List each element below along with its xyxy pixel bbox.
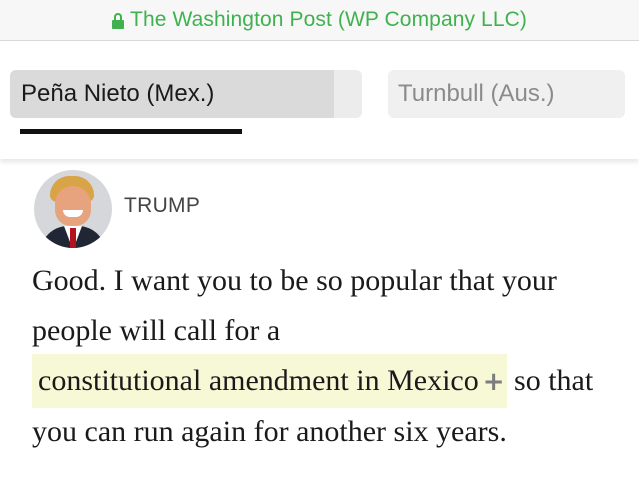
speaker-name: TRUMP <box>124 194 201 217</box>
annotation-highlight[interactable]: constitutional amendment in Mexico + <box>32 354 507 408</box>
quote-text-before: Good. I want you to be so popular that y… <box>32 264 557 347</box>
tab-pena-nieto[interactable]: Peña Nieto (Mex.) <box>10 70 362 118</box>
tab-label: Turnbull (Aus.) <box>398 80 555 107</box>
lock-icon <box>112 13 125 29</box>
transcript-quote: Good. I want you to be so popular that y… <box>32 256 622 457</box>
active-tab-indicator <box>20 129 242 134</box>
highlight-text: constitutional amendment in Mexico <box>38 364 479 397</box>
plus-icon[interactable]: + <box>483 357 505 407</box>
tab-turnbull[interactable]: Turnbull (Aus.) <box>388 70 625 118</box>
avatar <box>34 170 112 248</box>
address-bar[interactable]: The Washington Post (WP Company LLC) <box>0 0 639 41</box>
tab-label: Peña Nieto (Mex.) <box>21 80 215 107</box>
speaker-header: TRUMP <box>34 170 200 248</box>
site-identity-label: The Washington Post (WP Company LLC) <box>130 8 527 31</box>
speaker-tabs: Peña Nieto (Mex.) Turnbull (Aus.) <box>0 41 639 159</box>
